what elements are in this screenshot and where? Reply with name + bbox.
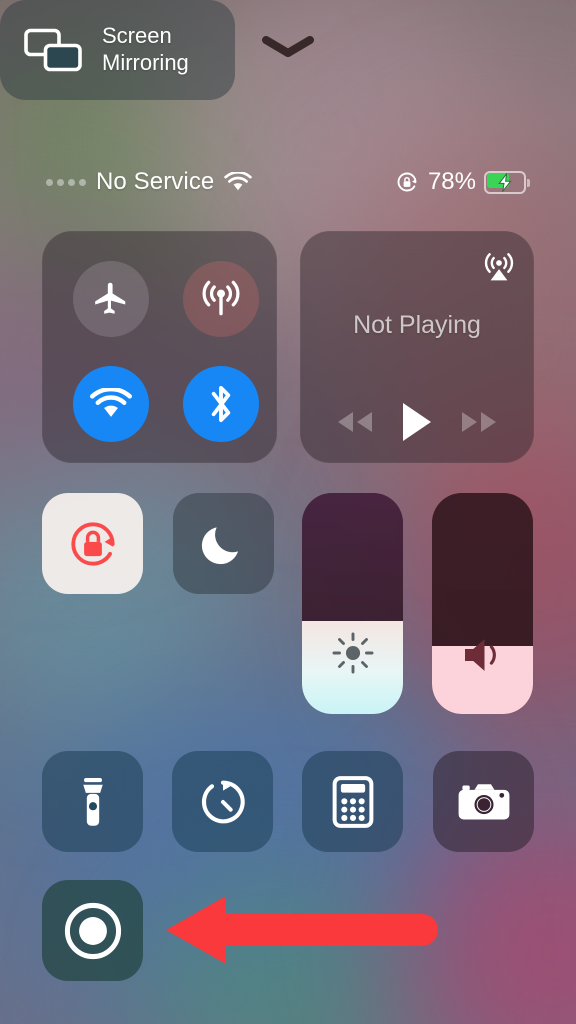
charging-bolt-icon: [496, 173, 514, 192]
screen-record-tile[interactable]: [42, 880, 143, 981]
play-icon: [400, 401, 434, 443]
forward-button[interactable]: [459, 409, 499, 440]
rewind-icon: [335, 409, 375, 435]
status-bar: No Service 78%: [0, 164, 576, 200]
airplay-icon: [481, 248, 517, 284]
status-bar-left: No Service: [46, 168, 252, 196]
timer-tile[interactable]: [172, 751, 273, 852]
bluetooth-icon: [203, 382, 239, 426]
screen-mirroring-label-line2: Mirroring: [102, 50, 189, 77]
rotation-lock-icon: [395, 170, 419, 194]
wifi-button[interactable]: [73, 366, 149, 442]
rewind-button[interactable]: [335, 409, 375, 440]
status-bar-right: 78%: [395, 168, 530, 196]
camera-icon: [457, 780, 511, 824]
rotation-lock-icon: [64, 515, 122, 573]
carrier-label: No Service: [96, 168, 214, 196]
wifi-icon: [224, 172, 252, 192]
airplane-icon: [92, 280, 130, 318]
calculator-tile[interactable]: [302, 751, 403, 852]
battery-percent: 78%: [428, 168, 476, 196]
cellular-data-button[interactable]: [183, 261, 259, 337]
moon-icon: [200, 520, 248, 568]
volume-slider-icon-wrap: [432, 634, 533, 676]
bluetooth-button[interactable]: [183, 366, 259, 442]
screen-mirroring-label: Screen Mirroring: [102, 23, 189, 77]
calculator-icon: [332, 776, 374, 828]
sun-icon: [330, 630, 376, 676]
brightness-slider[interactable]: [302, 493, 403, 714]
airplay-button[interactable]: [481, 248, 517, 289]
brightness-slider-icon-wrap: [302, 630, 403, 676]
connectivity-module: [42, 231, 277, 463]
signal-strength-dots: [46, 179, 86, 186]
cellular-icon: [201, 279, 241, 319]
battery-icon: [484, 171, 530, 194]
rotation-lock-tile[interactable]: [42, 493, 143, 594]
forward-icon: [459, 409, 499, 435]
grabber-handle[interactable]: [262, 36, 314, 58]
chevron-down-icon: [262, 36, 314, 58]
do-not-disturb-tile[interactable]: [173, 493, 274, 594]
volume-slider[interactable]: [432, 493, 533, 714]
screen-mirroring-label-line1: Screen: [102, 23, 189, 50]
timer-icon: [198, 777, 248, 827]
speaker-icon: [459, 634, 507, 676]
wifi-icon: [90, 388, 132, 420]
flashlight-icon: [70, 776, 116, 828]
play-button[interactable]: [400, 401, 434, 448]
now-playing-title: Not Playing: [300, 311, 534, 340]
media-module: Not Playing: [300, 231, 534, 463]
camera-tile[interactable]: [433, 751, 534, 852]
flashlight-tile[interactable]: [42, 751, 143, 852]
screen-mirroring-tile[interactable]: Screen Mirroring: [0, 0, 235, 100]
media-controls: [300, 401, 534, 448]
record-icon: [62, 900, 124, 962]
screen-mirroring-icon: [22, 26, 84, 74]
airplane-mode-button[interactable]: [73, 261, 149, 337]
